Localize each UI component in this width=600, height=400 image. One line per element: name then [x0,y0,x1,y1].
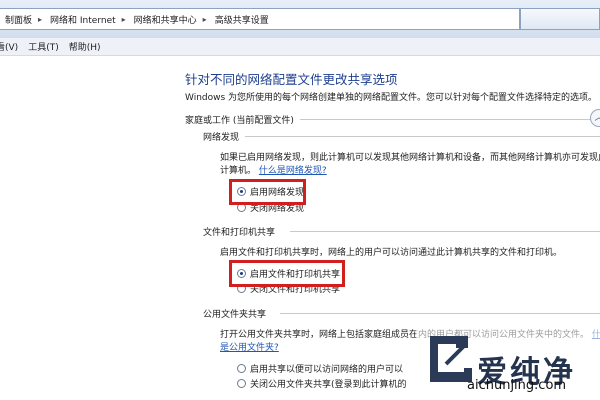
profile-label: 家庭或工作 (当前配置文件) [185,115,294,126]
page-intro: Windows 为您所使用的每个网络创建单独的网络配置文件。您可以针对每个配置文… [185,93,598,103]
highlight-box [229,260,345,287]
address-bar: 制面板 ▸ 网络和 Internet ▸ 网络和共享中心 ▸ 高级共享设置 [0,0,600,39]
public-folder-off-option[interactable]: 关闭公用文件夹共享(登录到此计算机的 [237,377,407,390]
page-title: 针对不同的网络配置文件更改共享选项 [185,72,398,87]
public-folder-off-label: 关闭公用文件夹共享(登录到此计算机的 [250,379,407,390]
divider [290,231,600,232]
breadcrumb-item-network-sharing-center[interactable]: 网络和共享中心 [128,13,201,26]
profile-section-header: 家庭或工作 (当前配置文件) [185,112,600,126]
highlight-box [229,179,306,205]
discovery-description-line2: 计算机。 什么是网络发现? [220,165,327,177]
public-folder-title: 公用文件夹共享 [203,310,267,320]
menu-view[interactable]: 看(V) [0,40,24,53]
menu-help[interactable]: 帮助(H) [65,40,107,53]
divider [245,136,600,137]
divider [299,118,600,120]
radio-unselected-icon[interactable] [237,378,246,388]
public-folder-help-link[interactable]: 是公用文件夹? [220,343,279,353]
discovery-description: 如果已启用网络发现，则此计算机可以发现其他网络计算机和设备，而其他网络计算机亦可… [220,153,600,163]
address-bar-dropdown[interactable] [520,8,600,30]
printer-sharing-description: 启用文件和打印机共享时，网络上的用户可以访问通过此计算机共享的文件和打印机。 [220,248,563,258]
divider [280,313,600,314]
discovery-help-link[interactable]: 什么是网络发现? [259,166,327,176]
breadcrumb[interactable]: 制面板 ▸ 网络和 Internet ▸ 网络和共享中心 ▸ 高级共享设置 [0,8,520,30]
chevron-right-icon[interactable]: ▸ [120,15,128,24]
public-folder-help-line: 是公用文件夹? [220,342,279,354]
menu-tools[interactable]: 工具(T) [24,40,65,53]
breadcrumb-item-advanced-sharing[interactable]: 高级共享设置 [209,13,273,26]
chevron-right-icon[interactable]: ▸ [201,15,209,24]
menu-bar: 看(V) 工具(T) 帮助(H) [0,38,600,56]
breadcrumb-item-network-internet[interactable]: 网络和 Internet [44,13,120,26]
public-folder-on-label: 启用共享以便可以访问网络的用户可以 [250,364,404,375]
printer-sharing-title: 文件和打印机共享 [203,228,276,238]
watermark-url: aichunjing.com [467,378,567,393]
breadcrumb-item-control-panel[interactable]: 制面板 [0,13,36,26]
public-folder-on-option[interactable]: 启用共享以便可以访问网络的用户可以 [237,362,404,375]
radio-unselected-icon[interactable] [237,363,246,373]
discovery-title: 网络发现 [203,133,240,143]
discovery-description-tail: 计算机。 [220,166,257,176]
chevron-right-icon[interactable]: ▸ [36,15,44,24]
